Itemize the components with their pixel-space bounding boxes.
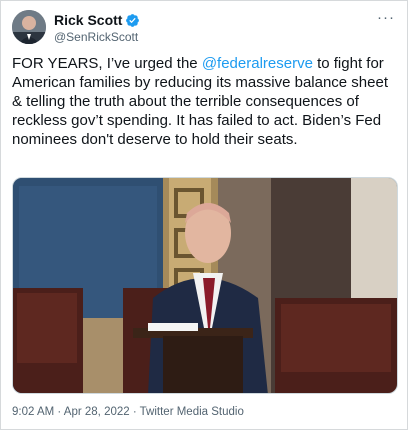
author-handle[interactable]: @SenRickScott	[54, 30, 138, 44]
avatar-icon	[12, 10, 46, 44]
tweet-time[interactable]: 9:02 AM	[12, 406, 54, 418]
meta-separator: ·	[54, 406, 64, 418]
tweet-card: Rick Scott @SenRickScott ··· FOR YEARS, …	[0, 0, 408, 430]
avatar[interactable]	[12, 10, 46, 44]
more-options-icon[interactable]: ···	[377, 9, 395, 26]
verified-badge-icon	[126, 13, 140, 27]
tweet-media[interactable]	[12, 177, 398, 394]
tweet-text: FOR YEARS, I’ve urged the @federalreserv…	[12, 54, 398, 149]
meta-separator: ·	[129, 406, 140, 418]
tweet-text-start: FOR YEARS, I’ve urged the	[12, 55, 202, 72]
author-name[interactable]: Rick Scott	[54, 12, 122, 28]
video-thumbnail	[13, 178, 397, 393]
tweet-source[interactable]: Twitter Media Studio	[140, 406, 244, 418]
tweet-meta: 9:02 AM · Apr 28, 2022 · Twitter Media S…	[12, 406, 244, 418]
author-name-row: Rick Scott	[54, 12, 140, 28]
tweet-date[interactable]: Apr 28, 2022	[64, 406, 130, 418]
mention-link[interactable]: @federalreserve	[202, 55, 313, 72]
